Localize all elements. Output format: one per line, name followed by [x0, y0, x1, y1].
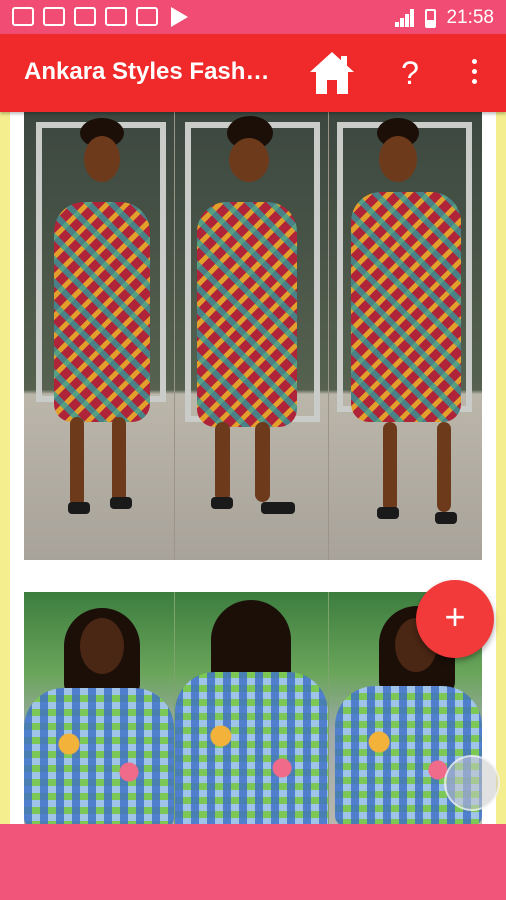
- play-store-icon: [171, 7, 188, 27]
- photo-panel: [175, 592, 328, 824]
- status-bar: 21:58: [0, 0, 506, 34]
- signal-icon: [395, 9, 415, 27]
- photo-panel: [24, 592, 174, 824]
- photo-panel: [329, 112, 482, 560]
- content-list[interactable]: [10, 112, 496, 824]
- image-icon: [43, 7, 65, 26]
- add-button[interactable]: +: [416, 580, 494, 658]
- battery-icon: [425, 8, 437, 28]
- check-icon: [136, 7, 158, 26]
- floating-overlay-button[interactable]: [444, 755, 500, 811]
- photo-panel: [24, 112, 174, 560]
- more-vert-icon: [462, 59, 486, 84]
- app-bar: Ankara Styles Fashion ?: [0, 34, 506, 112]
- photo-panel: [175, 112, 328, 560]
- home-button[interactable]: [308, 50, 356, 96]
- help-button[interactable]: ?: [392, 52, 428, 94]
- style-image-card[interactable]: [24, 592, 482, 824]
- office-icon: [105, 7, 127, 26]
- more-options-button[interactable]: [462, 54, 486, 94]
- style-image-card[interactable]: [24, 112, 482, 560]
- app-title: Ankara Styles Fashion: [24, 58, 274, 85]
- home-icon: [310, 52, 354, 94]
- clock: 21:58: [446, 7, 494, 28]
- notification-icons: [12, 7, 188, 27]
- ad-banner[interactable]: [0, 824, 506, 900]
- message-icon: [12, 7, 34, 26]
- chat-icon: [74, 7, 96, 26]
